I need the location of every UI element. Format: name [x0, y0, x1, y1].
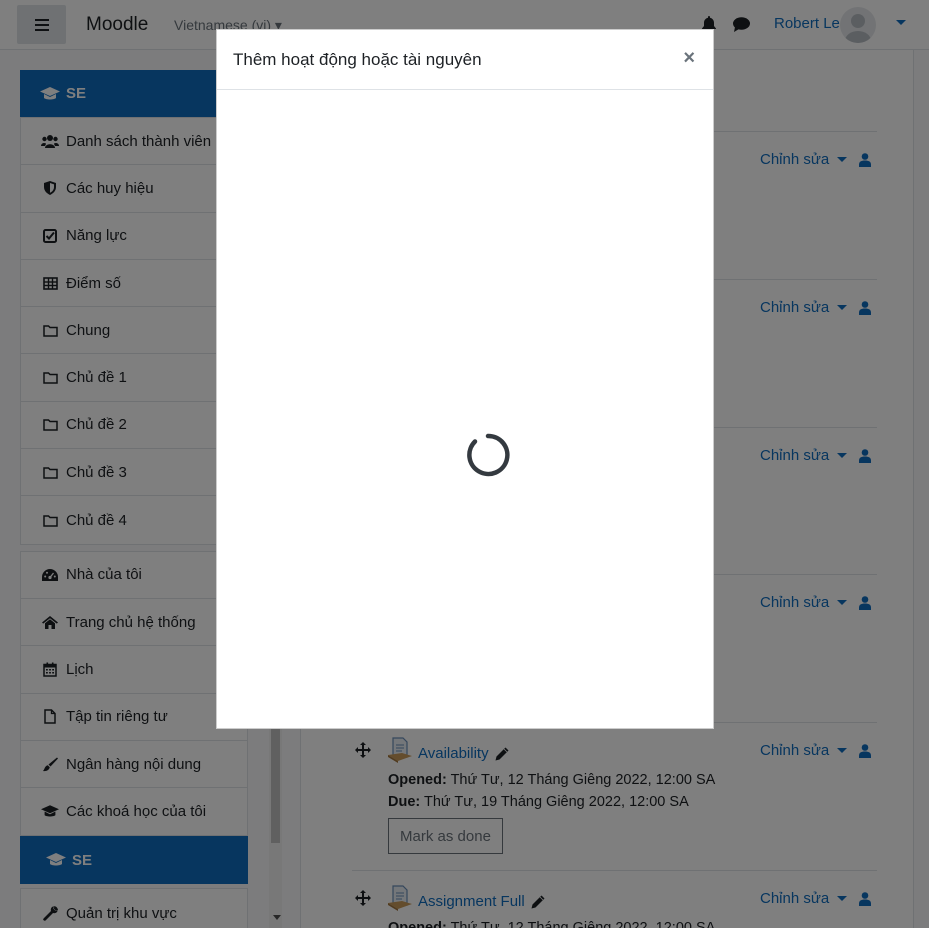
modal-title: Thêm hoạt động hoặc tài nguyên — [233, 49, 482, 69]
add-activity-modal: Thêm hoạt động hoặc tài nguyên × — [216, 29, 714, 729]
modal-header: Thêm hoạt động hoặc tài nguyên — [217, 30, 713, 90]
close-icon[interactable]: × — [683, 48, 695, 68]
loading-spinner-icon — [466, 433, 510, 477]
